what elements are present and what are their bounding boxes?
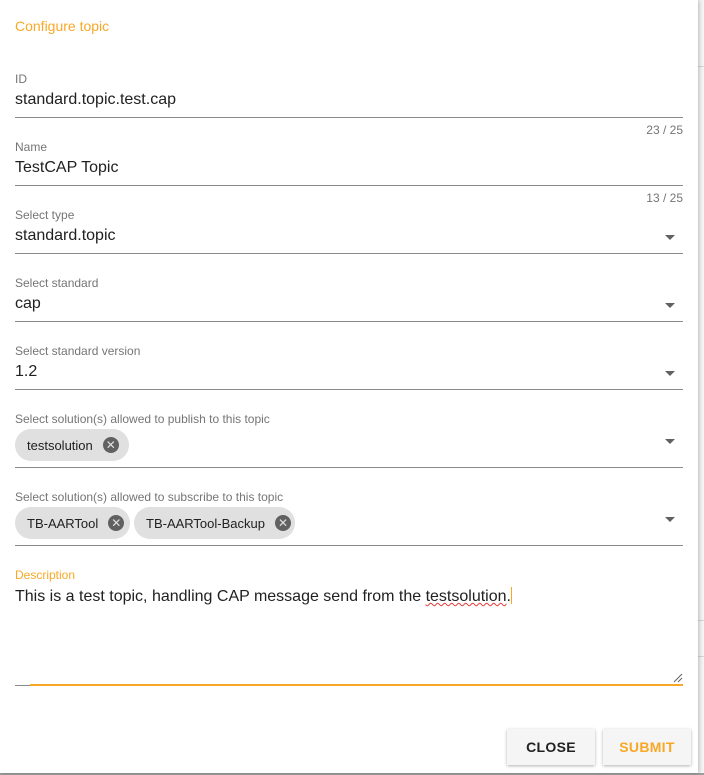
- subscribe-select[interactable]: Select solution(s) allowed to subscribe …: [15, 490, 683, 546]
- type-label: Select type: [15, 208, 75, 222]
- version-select[interactable]: Select standard version 1.2: [15, 344, 683, 390]
- submit-button[interactable]: SUBMIT: [603, 729, 691, 765]
- background-divider: [698, 66, 704, 67]
- version-value[interactable]: 1.2: [15, 363, 37, 381]
- name-input[interactable]: TestCAP Topic: [15, 159, 118, 177]
- publish-select[interactable]: Select solution(s) allowed to publish to…: [15, 412, 683, 468]
- background-page: [698, 0, 704, 775]
- chevron-down-icon[interactable]: [665, 235, 675, 240]
- description-field[interactable]: Description This is a test topic, handli…: [15, 568, 683, 688]
- chevron-down-icon[interactable]: [665, 303, 675, 308]
- description-misspelled-word: testsolution: [425, 588, 507, 605]
- description-label: Description: [15, 568, 76, 582]
- standard-underline: [15, 321, 683, 322]
- description-textarea[interactable]: This is a test topic, handling CAP messa…: [15, 587, 512, 606]
- type-value[interactable]: standard.topic: [15, 227, 116, 245]
- chip-label: TB-AARTool-Backup: [146, 515, 265, 531]
- resize-handle-icon[interactable]: [673, 673, 683, 683]
- version-underline: [15, 389, 683, 390]
- description-focus-underline: [30, 684, 683, 686]
- id-label: ID: [15, 72, 27, 86]
- id-input[interactable]: standard.topic.test.cap: [15, 91, 176, 109]
- chip-tb-aartool: TB-AARTool ✕: [15, 507, 130, 539]
- type-underline: [15, 253, 683, 254]
- standard-value[interactable]: cap: [15, 295, 41, 313]
- cancel-circle-icon[interactable]: ✕: [274, 515, 291, 531]
- background-divider: [698, 656, 704, 657]
- background-divider: [698, 620, 704, 621]
- name-char-counter: 13 / 25: [646, 191, 683, 205]
- name-label: Name: [15, 140, 48, 154]
- id-underline: [15, 117, 683, 118]
- subscribe-label: Select solution(s) allowed to subscribe …: [15, 490, 284, 504]
- standard-label: Select standard: [15, 276, 99, 290]
- id-char-counter: 23 / 25: [646, 123, 683, 137]
- id-field[interactable]: ID standard.topic.test.cap 23 / 25: [15, 72, 683, 140]
- name-field[interactable]: Name TestCAP Topic 13 / 25: [15, 140, 683, 208]
- subscribe-underline: [15, 545, 683, 546]
- name-underline: [15, 185, 683, 186]
- publish-underline: [15, 467, 683, 468]
- standard-select[interactable]: Select standard cap: [15, 276, 683, 322]
- chip-testsolution: testsolution ✕: [15, 429, 129, 461]
- chevron-down-icon[interactable]: [665, 371, 675, 376]
- type-select[interactable]: Select type standard.topic: [15, 208, 683, 254]
- chip-label: testsolution: [27, 437, 93, 453]
- publish-label: Select solution(s) allowed to publish to…: [15, 412, 270, 426]
- description-underline-start: [15, 685, 30, 686]
- chip-tb-aartool-backup: TB-AARTool-Backup ✕: [134, 507, 295, 539]
- configure-topic-dialog: Configure topic ID standard.topic.test.c…: [0, 0, 698, 773]
- chip-label: TB-AARTool: [27, 515, 99, 531]
- chevron-down-icon[interactable]: [665, 439, 675, 444]
- close-button[interactable]: CLOSE: [507, 729, 595, 765]
- dialog-title: Configure topic: [15, 18, 110, 34]
- cancel-circle-icon[interactable]: ✕: [108, 515, 125, 531]
- description-text: This is a test topic, handling CAP messa…: [15, 588, 426, 605]
- chevron-down-icon[interactable]: [665, 517, 675, 522]
- cancel-circle-icon[interactable]: ✕: [102, 437, 119, 453]
- version-label: Select standard version: [15, 344, 141, 358]
- text-cursor: [510, 587, 512, 604]
